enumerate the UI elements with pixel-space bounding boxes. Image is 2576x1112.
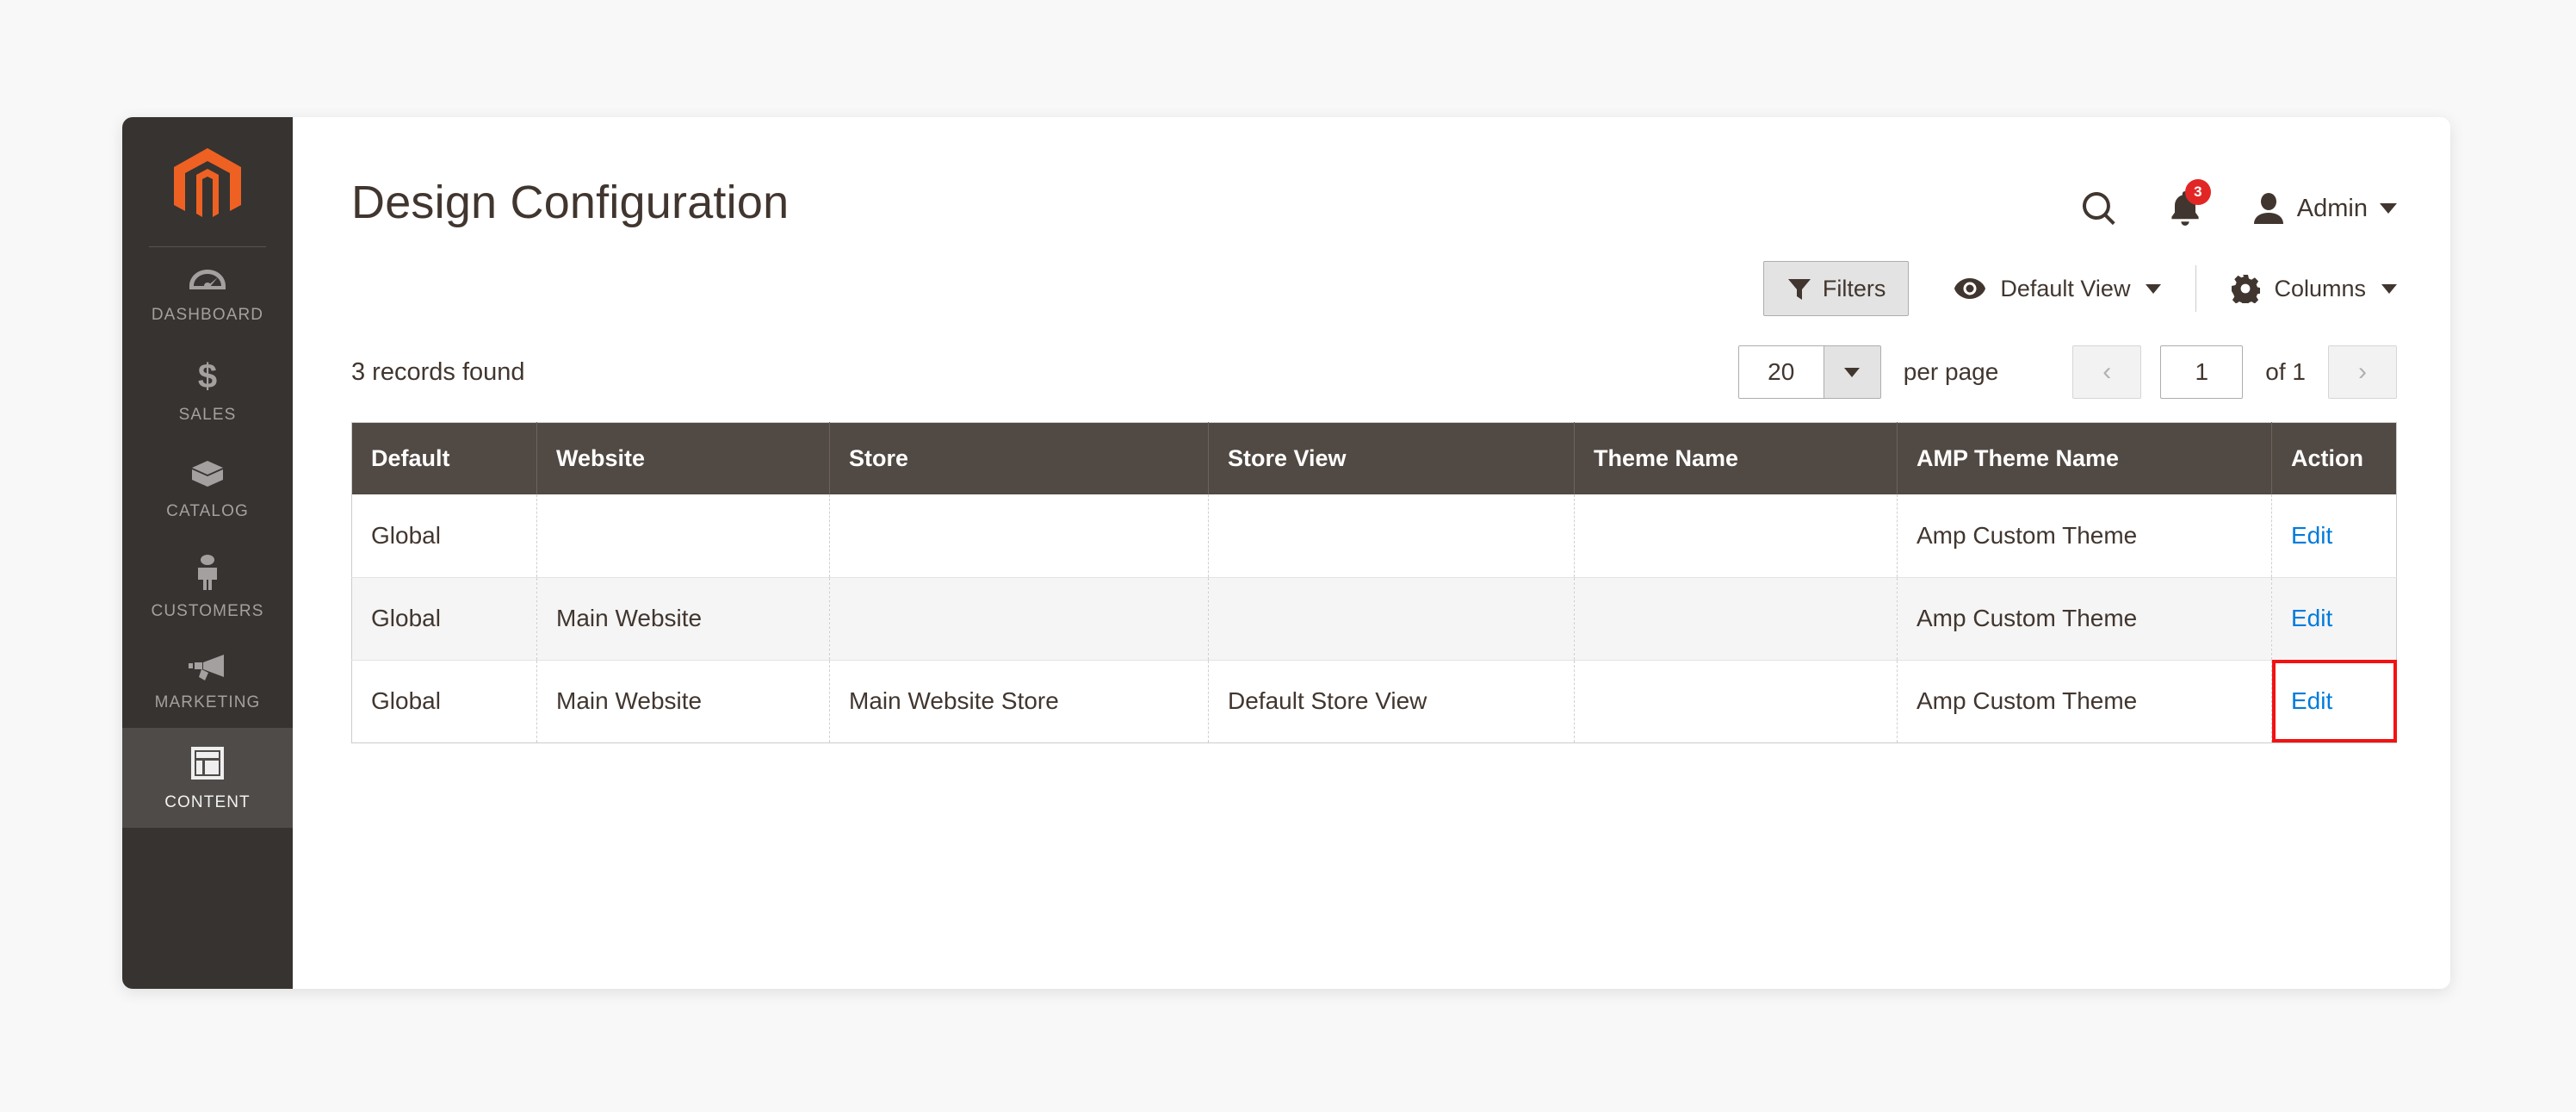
main-navigation-sidebar: DASHBOARD $ SALES CATALOG CUSTOMERS MARK… xyxy=(122,117,293,989)
cell-default: Global xyxy=(351,577,537,661)
sidebar-item-marketing[interactable]: MARKETING xyxy=(122,637,293,728)
default-view-label: Default View xyxy=(2000,275,2131,301)
columns-label: Columns xyxy=(2274,275,2366,301)
table-row[interactable]: Global Main Website Main Website Store D… xyxy=(351,660,2397,742)
cell-action-highlighted: Edit xyxy=(2271,660,2397,742)
default-view-selector[interactable]: Default View xyxy=(1954,275,2162,302)
cell-amp-theme-name: Amp Custom Theme xyxy=(1897,494,2272,578)
current-page-input[interactable] xyxy=(2160,345,2244,399)
eye-icon xyxy=(1954,277,1986,300)
cell-action: Edit xyxy=(2271,577,2397,661)
notification-count-badge: 3 xyxy=(2184,179,2211,205)
dollar-icon: $ xyxy=(194,357,221,398)
per-page-value: 20 xyxy=(1738,346,1824,398)
table-header-row: Default Website Store Store View Theme N… xyxy=(351,422,2397,494)
notifications-button[interactable]: 3 xyxy=(2168,179,2211,227)
table-body: Global Amp Custom Theme Edit Global Main… xyxy=(351,494,2397,742)
columns-selector[interactable]: Columns xyxy=(2231,274,2397,303)
records-found-label: 3 records found xyxy=(351,357,525,386)
cell-store-view xyxy=(1208,494,1575,578)
cell-theme-name xyxy=(1574,494,1898,578)
cell-default: Global xyxy=(351,494,537,578)
column-header-store[interactable]: Store xyxy=(829,422,1209,494)
user-avatar-icon xyxy=(2252,191,2285,226)
table-row[interactable]: Global Main Website Amp Custom Theme Edi… xyxy=(351,577,2397,661)
total-pages-label: of 1 xyxy=(2265,358,2306,385)
per-page-label: per page xyxy=(1903,358,1999,385)
admin-panel-card: DASHBOARD $ SALES CATALOG CUSTOMERS MARK… xyxy=(122,117,2450,989)
cell-website xyxy=(536,494,830,578)
table-row[interactable]: Global Amp Custom Theme Edit xyxy=(351,494,2397,578)
cell-theme-name xyxy=(1574,660,1898,742)
column-header-amp-theme-name[interactable]: AMP Theme Name xyxy=(1897,422,2272,494)
pagination-controls: 20 per page ‹ of 1 › xyxy=(1737,345,2397,399)
grid-toolbar: Filters Default View Columns xyxy=(351,260,2397,317)
column-header-store-view[interactable]: Store View xyxy=(1208,422,1575,494)
cell-store-view: Default Store View xyxy=(1208,660,1575,742)
sidebar-item-content[interactable]: CONTENT xyxy=(122,728,293,828)
chevron-down-icon[interactable] xyxy=(1823,346,1880,398)
edit-link[interactable]: Edit xyxy=(2291,687,2332,714)
edit-link[interactable]: Edit xyxy=(2291,522,2332,549)
cell-amp-theme-name: Amp Custom Theme xyxy=(1897,577,2272,661)
filters-label: Filters xyxy=(1822,275,1886,301)
sidebar-item-label: DASHBOARD xyxy=(151,306,264,324)
cell-store: Main Website Store xyxy=(829,660,1209,742)
megaphone-icon xyxy=(188,654,227,686)
page-header: Design Configuration 3 Admin xyxy=(351,117,2397,227)
search-icon[interactable] xyxy=(2080,189,2118,227)
grid-subheader: 3 records found 20 per page ‹ of 1 › xyxy=(351,345,2397,400)
pager-nav: ‹ of 1 › xyxy=(2072,345,2397,399)
cell-website: Main Website xyxy=(536,660,830,742)
sidebar-item-catalog[interactable]: CATALOG xyxy=(122,440,293,537)
page-title: Design Configuration xyxy=(351,177,790,228)
column-header-default[interactable]: Default xyxy=(351,422,537,494)
sidebar-item-customers[interactable]: CUSTOMERS xyxy=(122,537,293,637)
box-icon xyxy=(189,457,226,494)
column-header-website[interactable]: Website xyxy=(536,422,830,494)
sidebar-item-label: MARKETING xyxy=(154,693,261,711)
sidebar-divider xyxy=(149,246,266,247)
per-page-select[interactable]: 20 xyxy=(1737,345,1881,399)
main-content-area: Design Configuration 3 Admin Filters Def… xyxy=(293,117,2450,989)
cell-store xyxy=(829,494,1209,578)
dashboard-icon xyxy=(189,268,226,298)
sidebar-item-sales[interactable]: $ SALES xyxy=(122,340,293,440)
cell-theme-name xyxy=(1574,577,1898,661)
magento-logo[interactable] xyxy=(122,129,293,246)
cell-website: Main Website xyxy=(536,577,830,661)
toolbar-divider xyxy=(2195,265,2197,312)
design-configuration-grid: Default Website Store Store View Theme N… xyxy=(351,422,2397,743)
layout-icon xyxy=(189,745,226,786)
caret-shape xyxy=(1844,367,1861,377)
admin-name-label: Admin xyxy=(2296,194,2368,222)
column-header-theme-name[interactable]: Theme Name xyxy=(1574,422,1898,494)
chevron-down-icon xyxy=(2381,283,2397,294)
header-actions: 3 Admin xyxy=(2080,179,2397,227)
previous-page-button[interactable]: ‹ xyxy=(2072,345,2142,399)
svg-text:$: $ xyxy=(198,357,217,394)
table-header: Default Website Store Store View Theme N… xyxy=(351,422,2397,494)
cell-default: Global xyxy=(351,660,537,742)
admin-account-menu[interactable]: Admin xyxy=(2252,191,2397,226)
cell-amp-theme-name: Amp Custom Theme xyxy=(1897,660,2272,742)
cell-store-view xyxy=(1208,577,1575,661)
sidebar-item-label: SALES xyxy=(178,406,237,424)
funnel-icon xyxy=(1786,276,1812,301)
gear-icon xyxy=(2231,274,2261,303)
sidebar-item-label: CUSTOMERS xyxy=(151,602,264,620)
chevron-down-icon xyxy=(2380,203,2397,214)
sidebar-item-label: CONTENT xyxy=(164,793,251,811)
sidebar-item-dashboard[interactable]: DASHBOARD xyxy=(122,251,293,340)
next-page-button[interactable]: › xyxy=(2328,345,2397,399)
cell-action: Edit xyxy=(2271,494,2397,578)
person-icon xyxy=(195,554,220,594)
cell-store xyxy=(829,577,1209,661)
chevron-down-icon xyxy=(2146,283,2162,294)
filters-button[interactable]: Filters xyxy=(1762,261,1910,316)
column-header-action: Action xyxy=(2271,422,2397,494)
sidebar-item-label: CATALOG xyxy=(166,502,249,520)
edit-link[interactable]: Edit xyxy=(2291,605,2332,631)
data-table: Default Website Store Store View Theme N… xyxy=(351,422,2397,743)
